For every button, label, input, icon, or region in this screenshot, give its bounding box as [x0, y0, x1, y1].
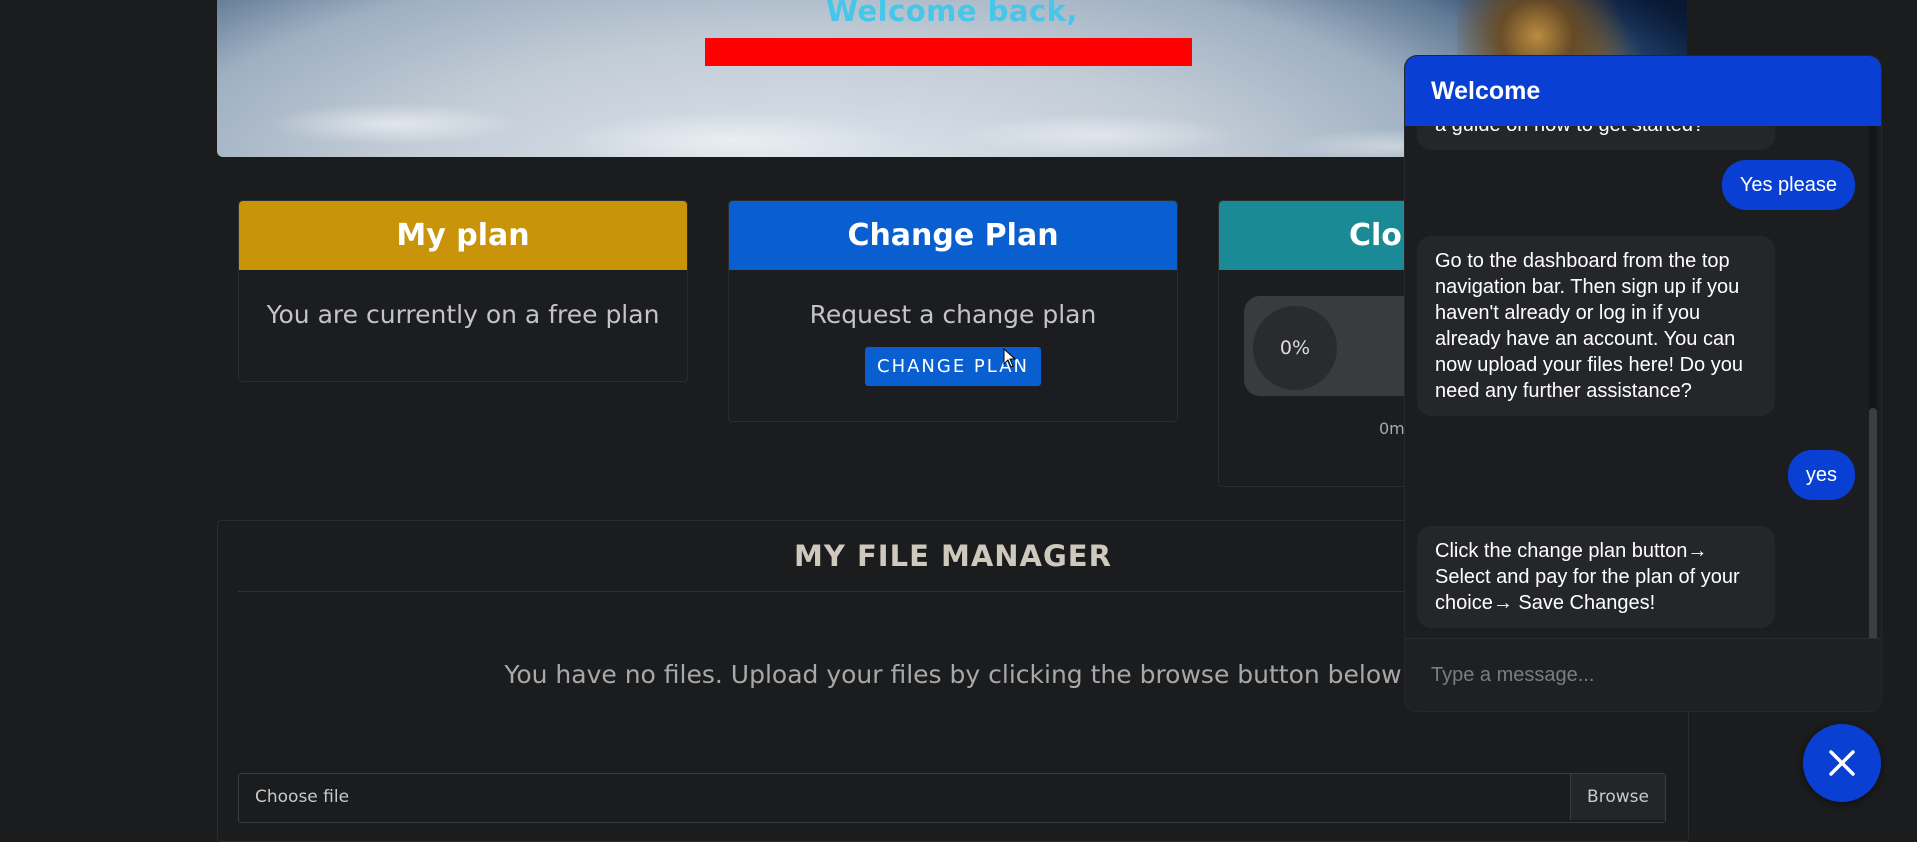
change-plan-title: Change Plan	[729, 201, 1177, 270]
choose-file-label[interactable]: Choose file	[255, 774, 349, 820]
storage-used-text: 0m	[1379, 419, 1405, 438]
chat-widget: Welcome a guide on how to get started? Y…	[1405, 56, 1881, 711]
chat-user-message: yes	[1787, 450, 1855, 500]
browse-button[interactable]: Browse	[1570, 774, 1665, 820]
chat-close-button[interactable]	[1803, 724, 1881, 802]
mouse-pointer-icon	[1003, 348, 1017, 368]
change-plan-text: Request a change plan	[809, 300, 1097, 329]
storage-percent: 0%	[1253, 306, 1337, 390]
change-plan-card: Change Plan Request a change plan CHANGE…	[728, 200, 1178, 422]
file-upload-input[interactable]: Choose file Browse	[238, 773, 1666, 823]
close-icon	[1829, 750, 1855, 776]
chat-messages[interactable]: a guide on how to get started? Yes pleas…	[1405, 126, 1867, 694]
chat-title: Welcome	[1405, 56, 1881, 126]
my-plan-text: You are currently on a free plan	[266, 300, 660, 329]
my-plan-card: My plan You are currently on a free plan	[238, 200, 688, 382]
chat-scrollbar[interactable]	[1869, 126, 1877, 694]
chat-bot-message: Click the change plan button→ Select and…	[1417, 526, 1775, 628]
chat-message-input[interactable]: Type a message...	[1405, 638, 1881, 711]
chat-bot-message: Go to the dashboard from the top navigat…	[1417, 236, 1775, 416]
chat-user-message: Yes please	[1721, 160, 1855, 210]
redacted-username	[705, 38, 1192, 66]
welcome-heading: Welcome back,	[826, 0, 1078, 28]
chat-bot-message: a guide on how to get started?	[1417, 126, 1775, 150]
my-plan-title: My plan	[239, 201, 687, 270]
